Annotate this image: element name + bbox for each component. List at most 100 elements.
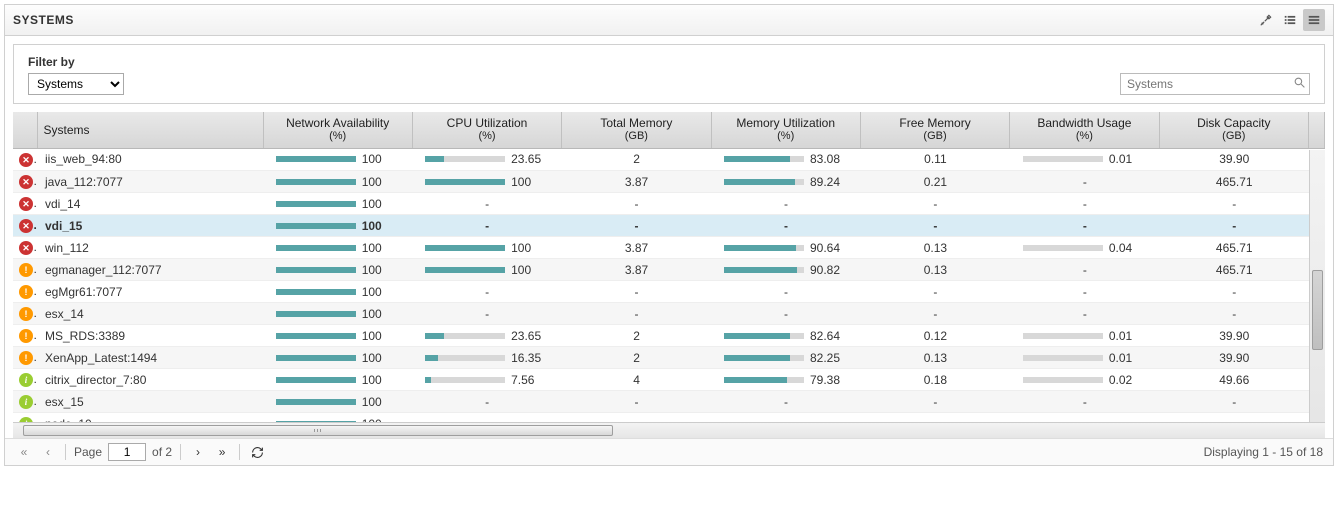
pager-last[interactable]: » xyxy=(213,443,231,461)
system-name: MS_RDS:3389 xyxy=(37,325,263,347)
status-critical-icon: ✕ xyxy=(19,153,33,167)
pager-prev[interactable]: ‹ xyxy=(39,443,57,461)
bar-cell: 83.08 xyxy=(717,152,854,166)
bar-cell: 79.38 xyxy=(717,373,854,387)
pager-of-label: of 2 xyxy=(152,445,172,459)
bar-cell: 100 xyxy=(269,263,406,277)
bar-cell: 100 xyxy=(418,175,555,189)
table-row[interactable]: !XenApp_Latest:149410016.35282.250.130.0… xyxy=(13,347,1325,369)
bar-cell: 90.82 xyxy=(717,263,854,277)
system-name: esx_15 xyxy=(37,391,263,413)
col-mem-free[interactable]: Free Memory(GB) xyxy=(860,112,1009,148)
col-mem-total[interactable]: Total Memory(GB) xyxy=(562,112,711,148)
col-bw[interactable]: Bandwidth Usage(%) xyxy=(1010,112,1159,148)
system-name: citrix_director_7:80 xyxy=(37,369,263,391)
bar-cell: 0.02 xyxy=(1016,373,1153,387)
pager-page-label: Page xyxy=(74,445,102,459)
pager-next[interactable]: › xyxy=(189,443,207,461)
panel-tools xyxy=(1255,9,1325,31)
horizontal-scroll-thumb[interactable] xyxy=(23,425,613,436)
pager-page-input[interactable] xyxy=(108,443,146,461)
table-row[interactable]: iesx_15100------ xyxy=(13,391,1325,413)
bar-cell: 100 xyxy=(269,395,406,409)
status-critical-icon: ✕ xyxy=(19,175,33,189)
grid-header: Systems Network Availability(%) CPU Util… xyxy=(13,112,1325,149)
bar-cell: 100 xyxy=(269,241,406,255)
col-cpu[interactable]: CPU Utilization(%) xyxy=(412,112,561,148)
table-row[interactable]: !esx_14100------ xyxy=(13,303,1325,325)
col-systems[interactable]: Systems xyxy=(37,112,263,148)
bar-cell: 100 xyxy=(269,285,406,299)
status-warn-icon: ! xyxy=(19,285,33,299)
status-critical-icon: ✕ xyxy=(19,219,33,233)
pager-refresh-icon[interactable] xyxy=(248,443,266,461)
bar-cell: 0.01 xyxy=(1016,351,1153,365)
pager: « ‹ Page of 2 › » Displaying 1 - 15 of 1… xyxy=(5,438,1333,465)
bar-cell: 23.65 xyxy=(418,329,555,343)
bar-cell: 82.64 xyxy=(717,329,854,343)
status-warn-icon: ! xyxy=(19,307,33,321)
filter-bar: Filter by Systems xyxy=(13,44,1325,104)
system-name: vdi_14 xyxy=(37,193,263,215)
col-network[interactable]: Network Availability(%) xyxy=(263,112,412,148)
bar-cell: 100 xyxy=(269,351,406,365)
col-status[interactable] xyxy=(13,112,37,148)
bar-cell: 100 xyxy=(269,197,406,211)
status-warn-icon: ! xyxy=(19,351,33,365)
table-row[interactable]: ✕vdi_15100------ xyxy=(13,215,1325,237)
filter-label: Filter by xyxy=(28,55,124,69)
filter-left: Filter by Systems xyxy=(28,55,124,95)
status-warn-icon: ! xyxy=(19,329,33,343)
system-name: egmanager_112:7077 xyxy=(37,259,263,281)
detail-view-icon[interactable] xyxy=(1303,9,1325,31)
search-icon[interactable] xyxy=(1293,76,1306,92)
table-row[interactable]: ✕iis_web_94:8010023.65283.080.110.0139.9… xyxy=(13,149,1325,171)
table-row[interactable]: !egMgr61:7077100------ xyxy=(13,281,1325,303)
bar-cell: 0.01 xyxy=(1016,329,1153,343)
status-warn-icon: ! xyxy=(19,263,33,277)
bar-cell: 16.35 xyxy=(418,351,555,365)
bar-cell: 100 xyxy=(418,241,555,255)
system-name: vdi_15 xyxy=(37,215,263,237)
bar-cell: 100 xyxy=(418,263,555,277)
panel-header: SYSTEMS xyxy=(5,5,1333,36)
status-critical-icon: ✕ xyxy=(19,197,33,211)
search-input[interactable] xyxy=(1120,73,1310,95)
grid-body[interactable]: ✕iis_web_94:8010023.65283.080.110.0139.9… xyxy=(13,149,1325,422)
system-name: node_10 xyxy=(37,413,263,422)
horizontal-scrollbar[interactable] xyxy=(13,422,1325,438)
status-info-icon: i xyxy=(19,395,33,409)
table-row[interactable]: ✕java_112:70771001003.8789.240.21-465.71 xyxy=(13,171,1325,193)
filter-select[interactable]: Systems xyxy=(28,73,124,95)
system-name: iis_web_94:80 xyxy=(37,149,263,171)
vertical-scroll-thumb[interactable] xyxy=(1312,270,1323,350)
table-row[interactable]: !egmanager_112:70771001003.8790.820.13-4… xyxy=(13,259,1325,281)
bar-cell: 7.56 xyxy=(418,373,555,387)
table-row[interactable]: ✕vdi_14100------ xyxy=(13,193,1325,215)
pager-display: Displaying 1 - 15 of 18 xyxy=(1204,445,1323,459)
systems-panel: SYSTEMS Filter by Systems xyxy=(4,4,1334,466)
system-name: esx_14 xyxy=(37,303,263,325)
tools-icon[interactable] xyxy=(1255,9,1277,31)
table-row[interactable]: icitrix_director_7:801007.56479.380.180.… xyxy=(13,369,1325,391)
col-mem-util[interactable]: Memory Utilization(%) xyxy=(711,112,860,148)
table-row[interactable]: inode_10100------ xyxy=(13,413,1325,422)
bar-cell: 89.24 xyxy=(717,175,854,189)
system-name: egMgr61:7077 xyxy=(37,281,263,303)
pager-first[interactable]: « xyxy=(15,443,33,461)
vertical-scrollbar[interactable] xyxy=(1309,150,1325,422)
bar-cell: 100 xyxy=(269,373,406,387)
col-disk[interactable]: Disk Capacity(GB) xyxy=(1159,112,1308,148)
system-name: java_112:7077 xyxy=(37,171,263,193)
bar-cell: 23.65 xyxy=(418,152,555,166)
search-box xyxy=(1120,73,1310,95)
table-row[interactable]: ✕win_1121001003.8790.640.130.04465.71 xyxy=(13,237,1325,259)
bar-cell: 100 xyxy=(269,307,406,321)
bar-cell: 90.64 xyxy=(717,241,854,255)
grid: Systems Network Availability(%) CPU Util… xyxy=(13,112,1325,422)
bar-cell: 100 xyxy=(269,152,406,166)
table-row[interactable]: !MS_RDS:338910023.65282.640.120.0139.90 xyxy=(13,325,1325,347)
panel-title: SYSTEMS xyxy=(13,13,74,27)
list-view-icon[interactable] xyxy=(1279,9,1301,31)
bar-cell: 0.01 xyxy=(1016,152,1153,166)
